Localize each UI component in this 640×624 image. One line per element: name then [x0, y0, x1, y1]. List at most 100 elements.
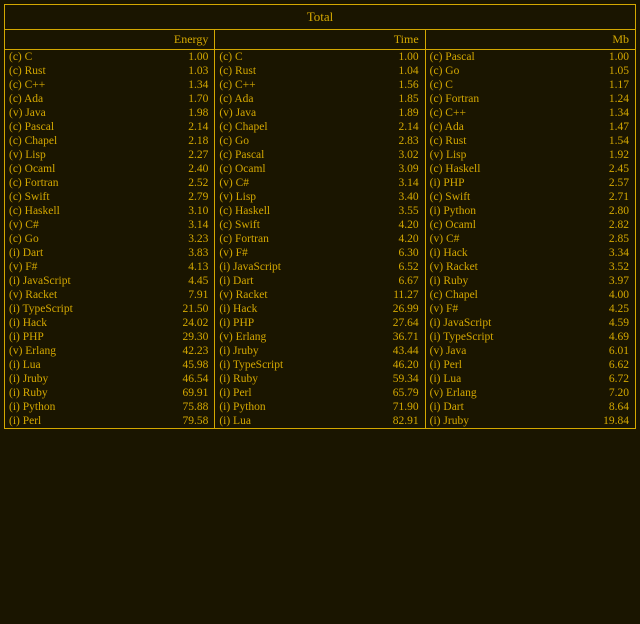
- lang-name: (c) Haskell: [215, 204, 358, 218]
- lang-value: 4.45: [138, 274, 214, 288]
- lang-name: (i) Jruby: [215, 344, 358, 358]
- lang-name: (c) C++: [5, 78, 138, 92]
- table-row: (i) Jruby46.54: [5, 372, 214, 386]
- lang-value: 1.56: [359, 78, 425, 92]
- table-row: (i) JavaScript6.52: [215, 260, 424, 274]
- table-row: (i) Hack26.99: [215, 302, 424, 316]
- table-row: (i) Dart6.67: [215, 274, 424, 288]
- table-row: (i) Lua45.98: [5, 358, 214, 372]
- lang-name: (c) Swift: [215, 218, 358, 232]
- lang-name: (i) Jruby: [5, 372, 138, 386]
- lang-name: (c) Haskell: [426, 162, 569, 176]
- lang-name: (v) F#: [426, 302, 569, 316]
- lang-value: 4.20: [359, 218, 425, 232]
- lang-name: (i) Lua: [5, 358, 138, 372]
- lang-name: (v) Racket: [215, 288, 358, 302]
- lang-value: 1.00: [569, 50, 635, 65]
- lang-value: 36.71: [359, 330, 425, 344]
- time-col-name: [215, 30, 358, 50]
- lang-name: (i) Python: [215, 400, 358, 414]
- lang-value: 1.89: [359, 106, 425, 120]
- table-row: (c) Ocaml2.82: [426, 218, 635, 232]
- lang-value: 3.09: [359, 162, 425, 176]
- table-row: (c) Pascal1.00: [426, 50, 635, 65]
- table-row: (i) Perl65.79: [215, 386, 424, 400]
- lang-value: 4.69: [569, 330, 635, 344]
- energy-col-name: [5, 30, 138, 50]
- lang-value: 6.67: [359, 274, 425, 288]
- energy-col-value: Energy: [138, 30, 214, 50]
- table-row: (c) Chapel2.14: [215, 120, 424, 134]
- lang-name: (c) Go: [5, 232, 138, 246]
- lang-value: 2.40: [138, 162, 214, 176]
- lang-value: 1.00: [359, 50, 425, 65]
- lang-name: (c) Ada: [215, 92, 358, 106]
- lang-value: 3.02: [359, 148, 425, 162]
- table-row: (c) Swift4.20: [215, 218, 424, 232]
- table-row: (i) Perl79.58: [5, 414, 214, 428]
- lang-name: (i) Ruby: [426, 274, 569, 288]
- lang-name: (i) Hack: [426, 246, 569, 260]
- lang-name: (i) Python: [5, 400, 138, 414]
- lang-value: 6.01: [569, 344, 635, 358]
- table-row: (c) Rust1.54: [426, 134, 635, 148]
- main-container: Total Energy (c) C1.00(c) Rust1.03(c) C+…: [4, 4, 636, 429]
- lang-value: 29.30: [138, 330, 214, 344]
- table-row: (v) Racket7.91: [5, 288, 214, 302]
- table-row: (c) Ada1.47: [426, 120, 635, 134]
- lang-value: 1.17: [569, 78, 635, 92]
- table-row: (c) Pascal3.02: [215, 148, 424, 162]
- energy-table: Energy (c) C1.00(c) Rust1.03(c) C++1.34(…: [5, 30, 214, 428]
- lang-name: (v) Java: [426, 344, 569, 358]
- lang-value: 3.34: [569, 246, 635, 260]
- lang-name: (c) Ada: [5, 92, 138, 106]
- lang-value: 27.64: [359, 316, 425, 330]
- table-row: (c) Ada1.85: [215, 92, 424, 106]
- table-row: (v) F#6.30: [215, 246, 424, 260]
- table-row: (i) PHP29.30: [5, 330, 214, 344]
- lang-value: 82.91: [359, 414, 425, 428]
- lang-name: (i) Dart: [426, 400, 569, 414]
- lang-value: 59.34: [359, 372, 425, 386]
- table-row: (i) Lua82.91: [215, 414, 424, 428]
- lang-value: 3.23: [138, 232, 214, 246]
- table-row: (i) Hack24.02: [5, 316, 214, 330]
- table-row: (c) Go3.23: [5, 232, 214, 246]
- lang-name: (c) Go: [426, 64, 569, 78]
- lang-name: (c) Ocaml: [5, 162, 138, 176]
- table-row: (v) C#3.14: [215, 176, 424, 190]
- lang-value: 7.20: [569, 386, 635, 400]
- table-row: (v) C#3.14: [5, 218, 214, 232]
- lang-name: (i) Jruby: [426, 414, 569, 428]
- lang-value: 6.52: [359, 260, 425, 274]
- lang-value: 11.27: [359, 288, 425, 302]
- lang-value: 2.80: [569, 204, 635, 218]
- table-row: (i) TypeScript4.69: [426, 330, 635, 344]
- lang-value: 3.83: [138, 246, 214, 260]
- lang-value: 2.52: [138, 176, 214, 190]
- lang-name: (c) Fortran: [5, 176, 138, 190]
- lang-value: 6.72: [569, 372, 635, 386]
- lang-value: 3.14: [359, 176, 425, 190]
- table-row: (c) Ocaml3.09: [215, 162, 424, 176]
- lang-value: 42.23: [138, 344, 214, 358]
- lang-name: (v) Racket: [426, 260, 569, 274]
- lang-value: 4.25: [569, 302, 635, 316]
- lang-value: 1.85: [359, 92, 425, 106]
- lang-name: (v) C#: [215, 176, 358, 190]
- table-row: (i) PHP27.64: [215, 316, 424, 330]
- lang-name: (c) Ada: [426, 120, 569, 134]
- table-row: (c) Fortran1.24: [426, 92, 635, 106]
- lang-name: (c) Fortran: [215, 232, 358, 246]
- table-row: (c) Pascal2.14: [5, 120, 214, 134]
- lang-value: 2.79: [138, 190, 214, 204]
- table-row: (v) C#2.85: [426, 232, 635, 246]
- lang-name: (i) PHP: [215, 316, 358, 330]
- lang-value: 7.91: [138, 288, 214, 302]
- table-row: (i) TypeScript46.20: [215, 358, 424, 372]
- table-row: (v) Lisp3.40: [215, 190, 424, 204]
- table-row: (v) Erlang7.20: [426, 386, 635, 400]
- table-row: (i) Hack3.34: [426, 246, 635, 260]
- table-row: (i) Ruby69.91: [5, 386, 214, 400]
- lang-name: (c) Fortran: [426, 92, 569, 106]
